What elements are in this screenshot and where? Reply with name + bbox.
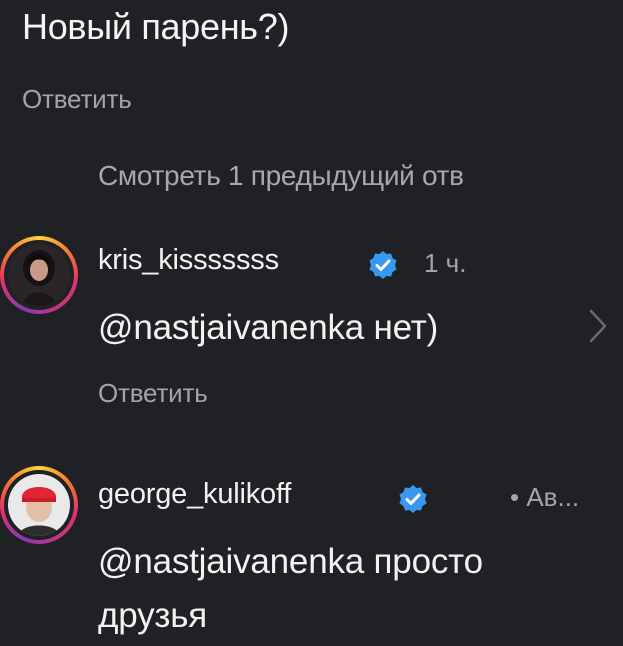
avatar[interactable] <box>0 236 78 314</box>
avatar[interactable] <box>0 466 78 544</box>
comment-text: @nastjaivanenka нет) <box>98 308 439 347</box>
comment-username[interactable]: george_kulikoff <box>98 478 291 511</box>
user-avatar-photo-icon <box>8 474 70 536</box>
comment-text: @nastjaivanenka просто <box>98 542 483 581</box>
reply-button[interactable]: Ответить <box>98 378 208 409</box>
comment-item: george_kulikoff • Ав... @nastjaivanenka … <box>0 460 623 646</box>
comment-time: • Ав... <box>510 482 580 512</box>
view-previous-replies-button[interactable]: Смотреть 1 предыдущий отв <box>98 160 464 192</box>
previous-comment-text: Новый парень?) <box>22 6 290 47</box>
comment-text: друзья <box>98 596 208 635</box>
comment-username[interactable]: kris_kisssssss <box>98 244 279 277</box>
verified-badge-icon <box>399 485 427 513</box>
user-avatar-photo-icon <box>8 244 70 306</box>
chevron-right-icon[interactable] <box>588 308 608 344</box>
verified-badge-icon <box>369 251 397 279</box>
reply-button[interactable]: Ответить <box>22 84 132 115</box>
comment-item: kris_kisssssss 1 ч. @nastjaivanenka нет)… <box>0 230 623 420</box>
comment-time: 1 ч. <box>424 248 467 278</box>
